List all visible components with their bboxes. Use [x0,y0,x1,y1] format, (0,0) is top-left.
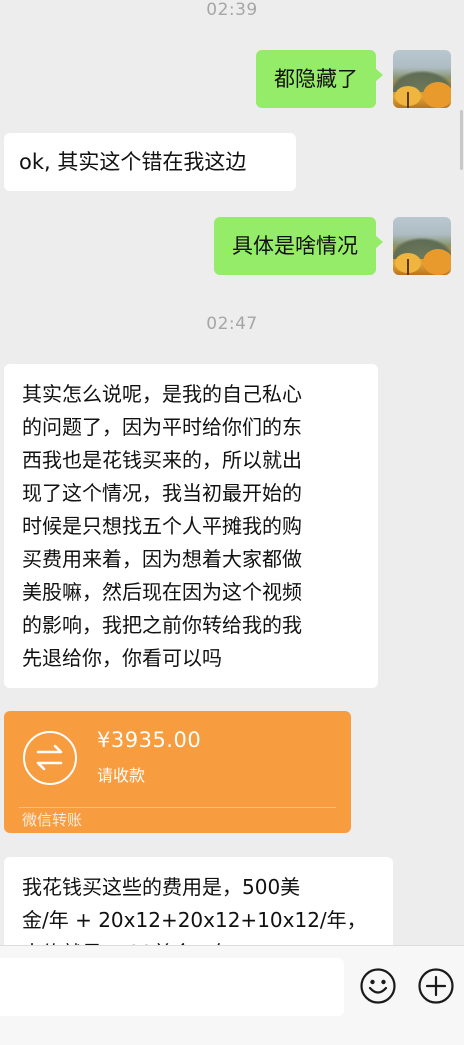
message-line: 西我也是花钱买来的，所以就出 [22,448,302,472]
message-bubble-incoming[interactable]: 我花钱买这些的费用是，500美 金/年 + 20x12+20x12+10x12/… [4,857,393,945]
message-bubble-outgoing[interactable]: 具体是啥情况 [214,217,383,275]
transfer-amount: ¥3935.00 [97,728,202,752]
message-line: 的影响，我把之前你转给我的我 [22,613,302,637]
message-text: 具体是啥情况 [232,234,358,258]
own-avatar[interactable] [393,217,451,275]
message-text: 都隐藏了 [274,67,358,91]
message-line: 买费用来着，因为想着大家都做 [22,547,302,571]
input-bar [0,945,464,1045]
message-line: 美股嘛，然后现在因为这个视频 [22,580,302,604]
own-avatar[interactable] [393,50,451,108]
divider [19,807,336,808]
message-line: 金/年 + 20x12+20x12+10x12/年， [22,908,367,932]
message-bubble-outgoing[interactable]: 都隐藏了 [256,50,383,108]
transfer-arrows-icon [23,731,77,785]
timestamp: 02:39 [206,0,258,20]
message-line: 的问题了，因为平时给你们的东 [22,415,302,439]
chat-area[interactable]: 02:39 都隐藏了 ok, 其实这个错在我这边 具体是啥情况 02:47 其实… [0,0,464,945]
smiley-icon[interactable] [359,967,397,1005]
message-bubble-incoming[interactable]: 其实怎么说呢，是我的自己私心 的问题了，因为平时给你们的东 西我也是花钱买来的，… [4,364,378,688]
message-line: 其实怎么说呢，是我的自己私心 [22,382,302,406]
scrollbar[interactable] [460,110,463,170]
message-input[interactable] [0,958,344,1016]
timestamp: 02:47 [206,314,258,334]
message-line: 先退给你，你看可以吗 [22,646,222,670]
wechat-transfer-card[interactable]: ¥3935.00 请收款 微信转账 [4,711,351,833]
plus-circle-icon[interactable] [417,967,455,1005]
message-line: 大约就是1100美金一年 [22,937,375,945]
transfer-status: 请收款 [97,766,146,785]
message-line: 现了这个情况，我当初最开始的 [22,481,302,505]
message-bubble-incoming[interactable]: ok, 其实这个错在我这边 [4,133,296,191]
message-line: 我花钱买这些的费用是，500美 [22,875,301,899]
message-line: 时候是只想找五个人平摊我的购 [22,514,302,538]
transfer-footer-label: 微信转账 [22,811,83,829]
message-text: ok, 其实这个错在我这边 [19,150,247,174]
